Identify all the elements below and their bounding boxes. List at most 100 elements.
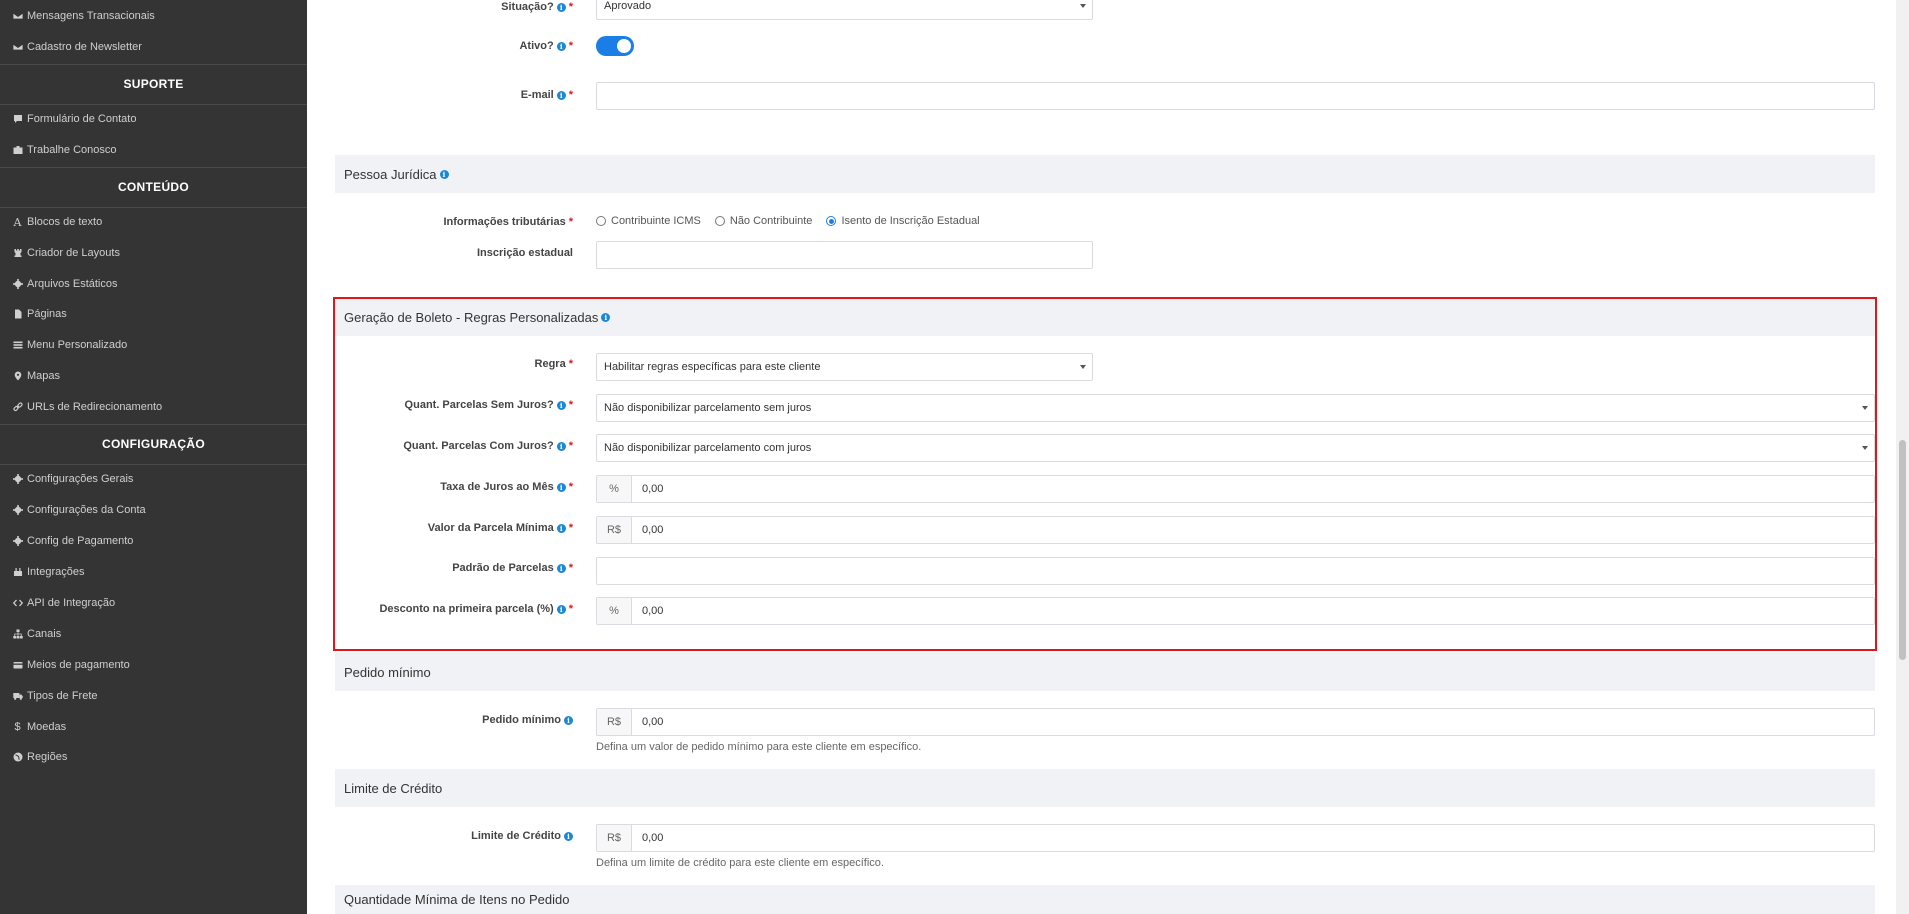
sidebar-item-cadastro-newsletter[interactable]: Cadastro de Newsletter <box>12 37 142 57</box>
radio-isento-ie[interactable]: Isento de Inscrição Estadual <box>826 215 980 227</box>
pedido-minimo-label: Pedido mínimo i <box>482 713 573 727</box>
link-icon <box>12 402 23 413</box>
inscricao-estadual-field[interactable] <box>596 241 1093 269</box>
chevron-down-icon <box>1862 446 1868 450</box>
required-marker: * <box>568 216 573 228</box>
situacao-select[interactable]: Aprovado <box>596 0 1093 20</box>
sidebar-item-label: Canais <box>27 628 62 640</box>
sidebar-item-trabalhe-conosco[interactable]: Trabalhe Conosco <box>12 140 116 160</box>
sidebar-item-config-pagamento[interactable]: Config de Pagamento <box>12 531 133 551</box>
parcela-minima-field[interactable]: R$ 0,00 <box>596 516 1875 544</box>
sidebar-item-paginas[interactable]: Páginas <box>12 304 67 324</box>
parcelas-com-juros-select[interactable]: Não disponibilizar parcelamento com juro… <box>596 434 1875 462</box>
ativo-toggle[interactable] <box>596 36 634 56</box>
pedido-minimo-value: 0,00 <box>642 716 664 728</box>
comment-icon <box>12 114 23 125</box>
section-title: Pessoa Jurídica <box>344 166 437 182</box>
required-marker: * <box>568 40 573 52</box>
radio-nao-contribuinte[interactable]: Não Contribuinte <box>714 215 813 227</box>
radio-contribuinte-icms[interactable]: Contribuinte ICMS <box>596 215 701 227</box>
sidebar-item-blocos-texto[interactable]: A Blocos de texto <box>12 212 103 232</box>
sidebar-item-regioes[interactable]: Regiões <box>12 747 67 767</box>
scrollbar-thumb[interactable] <box>1899 440 1906 660</box>
radio-label: Não Contribuinte <box>729 215 813 227</box>
gear-icon <box>12 536 23 547</box>
padrao-parcelas-label-text: Padrão de Parcelas <box>452 562 554 574</box>
scrollbar[interactable] <box>1896 0 1909 914</box>
situacao-label: Situação? i * <box>501 0 573 14</box>
sidebar-item-label: Páginas <box>27 308 67 320</box>
section-pessoa-juridica: Pessoa Jurídica i <box>335 155 1875 193</box>
section-title: Limite de Crédito <box>344 780 443 796</box>
parcelas-com-juros-label: Quant. Parcelas Com Juros? i * <box>403 439 573 453</box>
section-title: Pedido mínimo <box>344 664 431 680</box>
sidebar-item-label: Meios de pagamento <box>27 659 130 671</box>
section-title: Quantidade Mínima de Itens no Pedido <box>344 892 570 907</box>
desconto-primeira-parcela-field[interactable]: % 0,00 <box>596 597 1875 625</box>
bars-icon <box>12 340 23 351</box>
radio-label: Contribuinte ICMS <box>611 215 701 227</box>
info-icon[interactable]: i <box>601 312 611 322</box>
regra-label: Regra * <box>535 357 573 371</box>
section-title: Geração de Boleto - Regras Personalizada… <box>344 309 599 325</box>
sidebar-item-tipos-frete[interactable]: Tipos de Frete <box>12 686 98 706</box>
parcelas-sem-juros-select[interactable]: Não disponibilizar parcelamento sem juro… <box>596 394 1875 422</box>
sidebar-item-criador-layouts[interactable]: Criador de Layouts <box>12 243 120 263</box>
percent-addon: % <box>597 476 632 502</box>
sidebar-item-mapas[interactable]: Mapas <box>12 366 60 386</box>
info-icon[interactable]: i <box>439 169 449 179</box>
required-marker: * <box>568 89 573 101</box>
sidebar-item-menu-personalizado[interactable]: Menu Personalizado <box>12 335 127 355</box>
info-icon[interactable]: i <box>556 482 566 492</box>
sidebar-item-configuracoes-conta[interactable]: Configurações da Conta <box>12 500 146 520</box>
email-field[interactable] <box>596 82 1875 110</box>
sidebar-item-configuracoes-gerais[interactable]: Configurações Gerais <box>12 469 133 489</box>
sidebar-item-label: Integrações <box>27 566 85 578</box>
email-label: E-mail i * <box>521 88 573 102</box>
regra-value: Habilitar regras específicas para este c… <box>604 361 821 373</box>
credit-card-icon <box>12 660 23 671</box>
info-icon[interactable]: i <box>564 715 573 725</box>
regra-select[interactable]: Habilitar regras específicas para este c… <box>596 353 1093 381</box>
taxa-juros-field[interactable]: % 0,00 <box>596 475 1875 503</box>
info-icon[interactable]: i <box>564 831 573 841</box>
currency-addon: R$ <box>597 709 632 735</box>
sidebar-item-moedas[interactable]: $ Moedas <box>12 717 66 737</box>
envelope-icon <box>12 42 23 53</box>
radio-label: Isento de Inscrição Estadual <box>841 215 980 227</box>
info-icon[interactable]: i <box>556 604 566 614</box>
sidebar-item-integracoes[interactable]: Integrações <box>12 562 84 582</box>
chevron-down-icon <box>1080 4 1086 8</box>
file-icon <box>12 309 23 320</box>
info-icon[interactable]: i <box>556 41 566 51</box>
sidebar-item-urls-redirecionamento[interactable]: URLs de Redirecionamento <box>12 397 162 417</box>
sidebar-item-mensagens-transacionais[interactable]: Mensagens Transacionais <box>12 6 155 26</box>
desconto-primeira-parcela-value: 0,00 <box>642 605 664 617</box>
inscricao-estadual-label: Inscrição estadual <box>477 246 573 260</box>
sidebar-item-arquivos-estaticos[interactable]: Arquivos Estáticos <box>12 274 117 294</box>
envelope-icon <box>12 11 23 22</box>
sidebar-item-formulario-contato[interactable]: Formulário de Contato <box>12 109 136 129</box>
parcela-minima-label: Valor da Parcela Mínima i * <box>428 521 573 535</box>
info-icon[interactable]: i <box>556 441 566 451</box>
info-icon[interactable]: i <box>556 2 566 12</box>
padrao-parcelas-field[interactable] <box>596 557 1875 585</box>
ativo-label-text: Ativo? <box>519 40 554 52</box>
email-label-text: E-mail <box>520 89 554 101</box>
info-icon[interactable]: i <box>556 563 566 573</box>
info-icon[interactable]: i <box>556 523 566 533</box>
pedido-minimo-help: Defina um valor de pedido mínimo para es… <box>596 741 922 753</box>
sidebar-item-label: URLs de Redirecionamento <box>27 401 163 413</box>
limite-credito-field[interactable]: R$ 0,00 <box>596 824 1875 852</box>
pedido-minimo-field[interactable]: R$ 0,00 <box>596 708 1875 736</box>
divider <box>0 424 307 425</box>
gear-icon <box>12 279 23 290</box>
sidebar-item-meios-pagamento[interactable]: Meios de pagamento <box>12 655 130 675</box>
sidebar-item-canais[interactable]: Canais <box>12 624 61 644</box>
divider <box>0 464 307 465</box>
parcela-minima-label-text: Valor da Parcela Mínima <box>427 522 554 534</box>
info-icon[interactable]: i <box>556 400 566 410</box>
parcela-minima-value: 0,00 <box>642 524 664 536</box>
info-icon[interactable]: i <box>556 90 566 100</box>
sidebar-item-api-integracao[interactable]: API de Integração <box>12 593 115 613</box>
